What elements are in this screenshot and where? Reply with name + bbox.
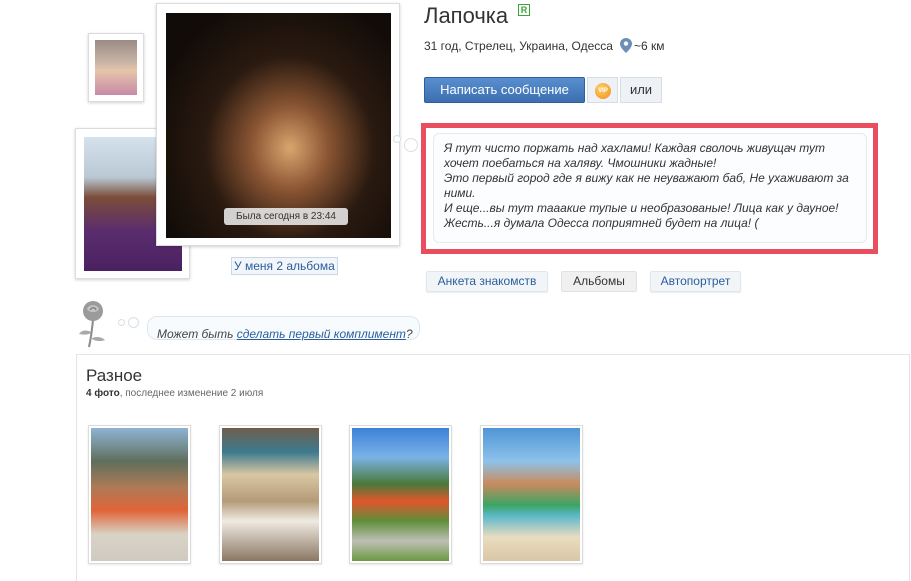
status-highlight-box: Я тут чисто поржать над хахлами! Каждая … bbox=[421, 123, 878, 254]
last-seen-badge: Была сегодня в 23:44 bbox=[224, 208, 348, 225]
album-meta: 4 фото, последнее изменение 2 июля bbox=[86, 388, 263, 399]
status-line: И еще...вы тут тааакие тупые и необразов… bbox=[444, 201, 839, 215]
location-pin-icon bbox=[620, 38, 632, 53]
album-thumbnail[interactable] bbox=[88, 425, 191, 564]
vip-button[interactable]: VIP bbox=[587, 77, 618, 103]
status-line: хочет поебаться на халяву. Чмошники жадн… bbox=[444, 156, 717, 170]
compliment-prefix: Может быть bbox=[157, 327, 237, 341]
album-thumbnail[interactable] bbox=[480, 425, 583, 564]
make-compliment-link[interactable]: сделать первый комплимент bbox=[237, 327, 406, 341]
compliment-prompt: Может быть сделать первый комплимент? bbox=[157, 320, 417, 348]
tab-dating-profile[interactable]: Анкета знакомств bbox=[426, 271, 548, 292]
profile-name: Лапочка bbox=[424, 3, 509, 28]
status-line: Это первый город где я вижу как не неува… bbox=[444, 171, 849, 185]
compliment-suffix: ? bbox=[405, 327, 413, 341]
rose-icon bbox=[79, 301, 105, 348]
status-line: ними. bbox=[444, 186, 476, 200]
album-title[interactable]: Разное bbox=[86, 366, 142, 386]
distance-label: ~6 км bbox=[634, 39, 665, 53]
tab-self-portrait[interactable]: Автопортрет bbox=[650, 271, 741, 292]
albums-link[interactable]: У меня 2 альбома bbox=[231, 257, 338, 275]
tab-albums[interactable]: Альбомы bbox=[561, 271, 637, 292]
or-button[interactable]: или bbox=[620, 77, 662, 103]
album-thumbnail[interactable] bbox=[349, 425, 452, 564]
vip-icon: VIP bbox=[595, 83, 611, 99]
compliment-bubble-dot-large bbox=[128, 317, 139, 328]
profile-info: 31 год, Стрелец, Украина, Одесса bbox=[424, 39, 613, 53]
small-avatar-photo[interactable] bbox=[88, 33, 144, 102]
album-thumbnail[interactable] bbox=[219, 425, 322, 564]
speech-bubble-dot-small bbox=[393, 135, 401, 143]
album-last-modified: , последнее изменение 2 июля bbox=[119, 388, 264, 399]
write-message-button[interactable]: Написать сообщение bbox=[424, 77, 585, 103]
status-line: Жесть...я думала Одесса поприятней будет… bbox=[444, 216, 759, 230]
speech-bubble-dot-large bbox=[404, 138, 418, 152]
album-photo-count: 4 фото bbox=[86, 388, 120, 399]
registered-icon: R bbox=[518, 4, 530, 16]
compliment-bubble-dot-small bbox=[118, 319, 125, 326]
status-message: Я тут чисто поржать над хахлами! Каждая … bbox=[433, 133, 867, 243]
status-line: Я тут чисто поржать над хахлами! Каждая … bbox=[444, 141, 826, 155]
